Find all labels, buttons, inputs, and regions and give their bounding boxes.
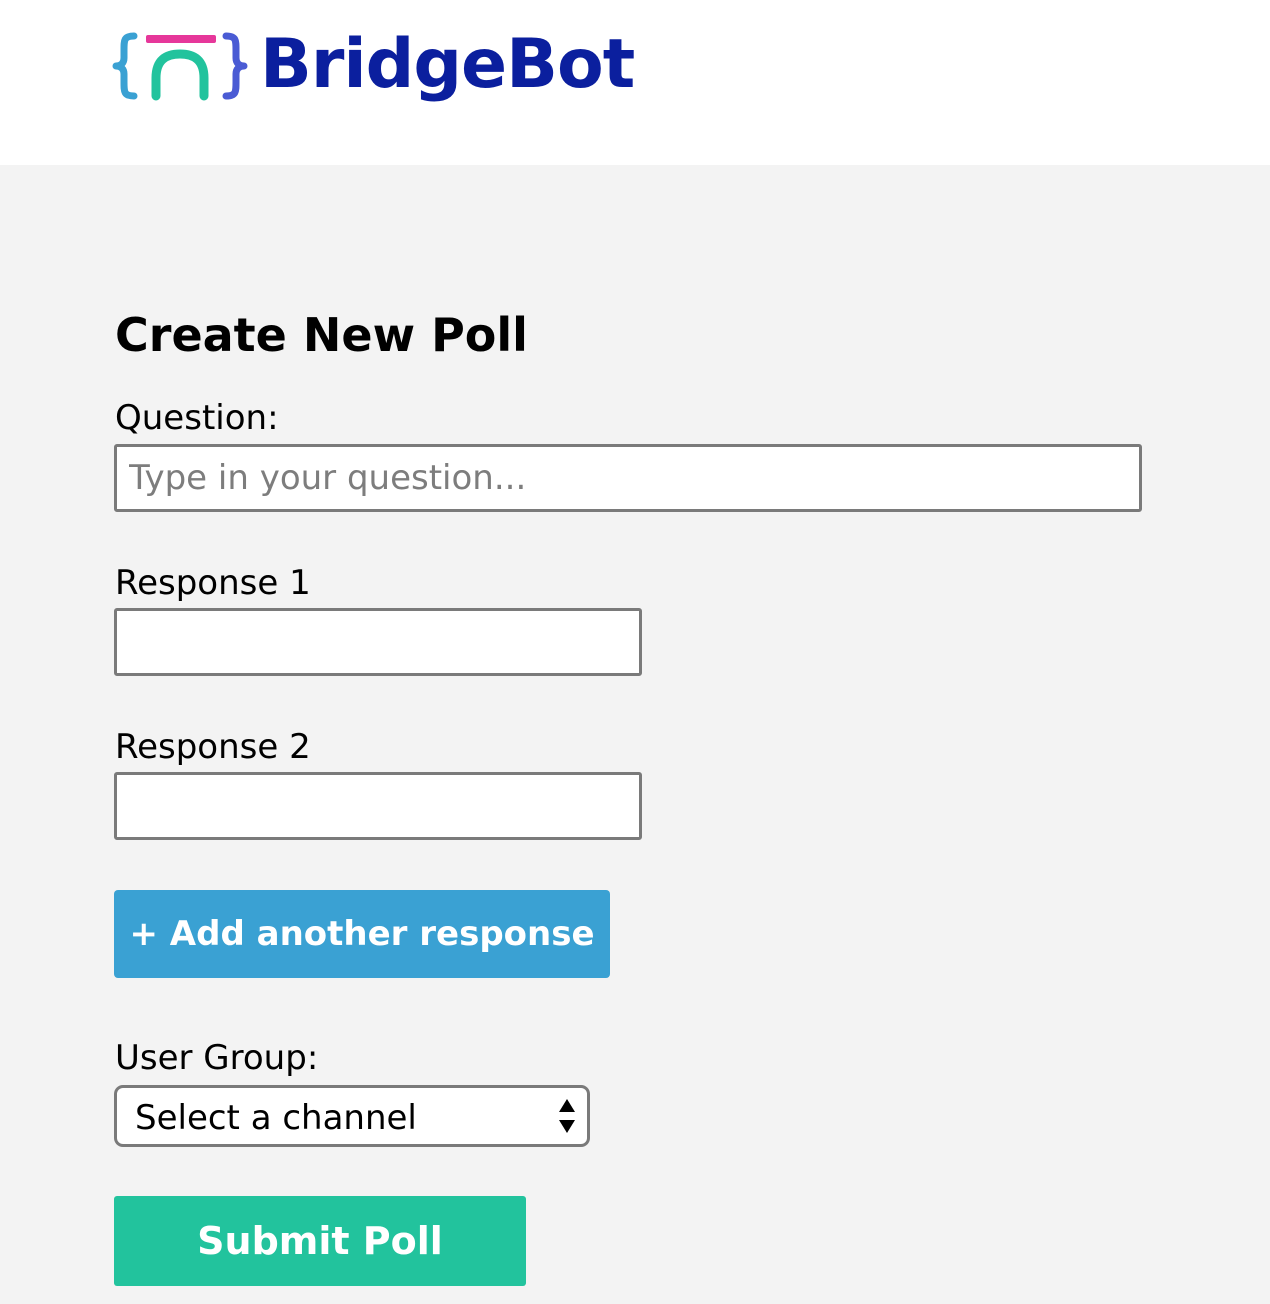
response-1-label: Response 1 bbox=[115, 563, 311, 603]
poll-form: Create New Poll Question: Response 1 Res… bbox=[0, 165, 1270, 1304]
add-response-button[interactable]: + Add another response bbox=[114, 890, 610, 978]
question-label: Question: bbox=[115, 398, 279, 438]
updown-arrows-icon bbox=[559, 1099, 575, 1133]
bridgebot-logo-icon bbox=[112, 32, 248, 101]
page-title: Create New Poll bbox=[115, 308, 528, 362]
response-2-input[interactable] bbox=[114, 772, 642, 840]
response-1-input[interactable] bbox=[114, 608, 642, 676]
channel-select-value: Select a channel bbox=[135, 1098, 417, 1138]
submit-poll-button[interactable]: Submit Poll bbox=[114, 1196, 526, 1286]
question-input[interactable] bbox=[114, 444, 1142, 512]
app-header: BridgeBot bbox=[0, 0, 1270, 165]
channel-select[interactable]: Select a channel bbox=[114, 1085, 590, 1147]
brand-name: BridgeBot bbox=[260, 25, 635, 104]
user-group-label: User Group: bbox=[115, 1038, 319, 1078]
response-2-label: Response 2 bbox=[115, 727, 311, 767]
